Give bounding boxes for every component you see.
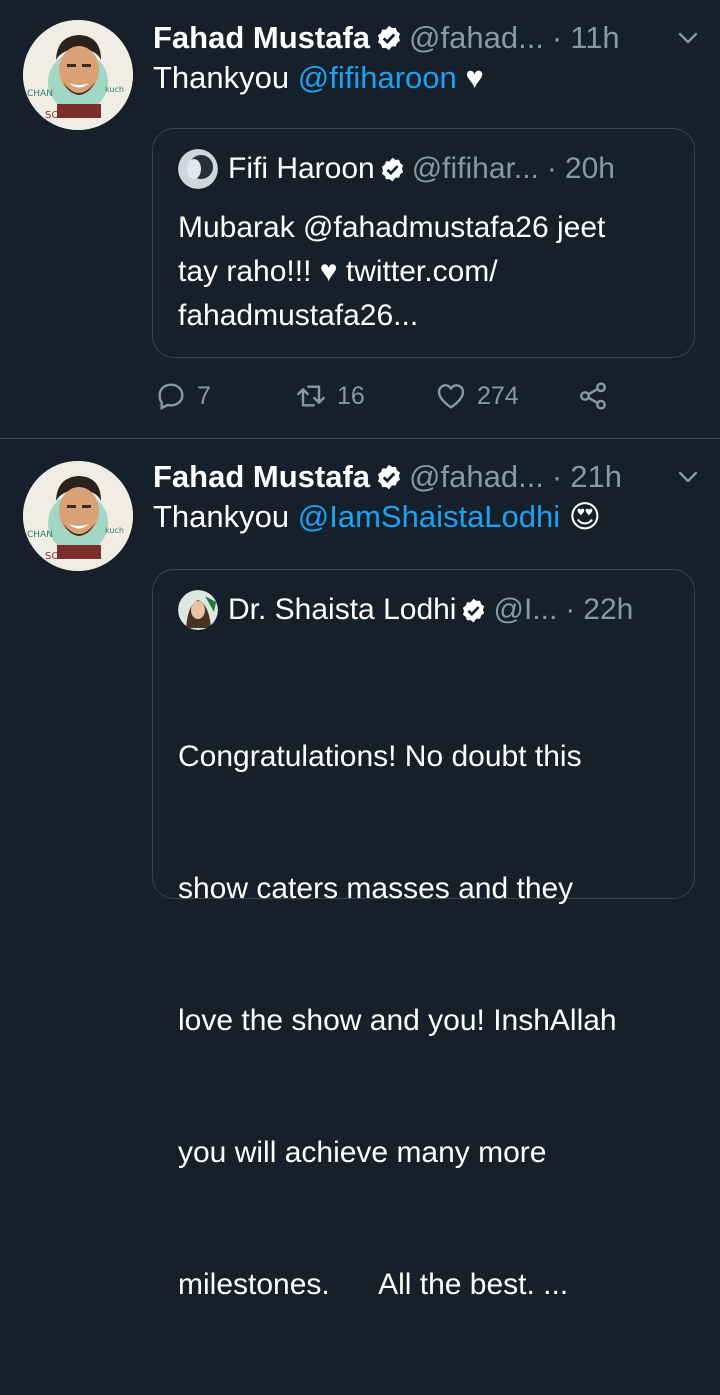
quoted-text-line: milestones. All the best. ... [178, 1268, 569, 1301]
quoted-author-avatar[interactable] [178, 590, 218, 630]
share-icon [580, 382, 606, 410]
tweet-text-prefix: Thankyou [153, 499, 298, 534]
retweet-icon [297, 385, 325, 407]
quoted-text-line: fahadmustafa26... [178, 299, 419, 332]
tweet-text-suffix: ♥ [456, 60, 484, 95]
separator-dot: · [551, 20, 563, 55]
author-avatar[interactable]: CHAN kuch SOCHLO! [23, 20, 133, 130]
reply-icon [158, 383, 184, 410]
tweet-text: Thankyou @IamShaistaLodhi 😍 [153, 499, 601, 535]
quoted-text-line: Mubarak @fahadmustafa26 jeet [178, 211, 606, 244]
separator-dot: · [565, 593, 576, 626]
verified-badge-icon [378, 25, 400, 51]
avatar-text-bottom: SOCHLO! [45, 110, 91, 121]
separator-dot: · [546, 152, 557, 185]
tweet-time[interactable]: 21h [570, 459, 622, 495]
quoted-author-name[interactable]: Fifi Haroon [228, 152, 375, 186]
avatar-text-bottom: SOCHLO! [45, 551, 91, 562]
chevron-down-icon[interactable] [676, 26, 700, 50]
author-name[interactable]: Fahad Mustafa [153, 459, 370, 495]
avatar-text-right: kuch [105, 526, 124, 535]
tweet-header: Fahad Mustafa @fahad... · 21h [153, 455, 700, 499]
avatar-text-left: CHAN [27, 89, 53, 99]
heart-icon [437, 384, 465, 409]
tweet-text: Thankyou @fifiharoon ♥ [153, 60, 484, 96]
quoted-text-line: show caters masses and they [178, 872, 574, 905]
quoted-tweet[interactable]: Dr. Shaista Lodhi @I... · 22h Congratula… [152, 569, 695, 1301]
author-avatar[interactable]: CHAN kuch SOCHLO! [23, 461, 133, 571]
quoted-author-handle[interactable]: @fifihar... [412, 152, 539, 186]
quoted-tweet-time[interactable]: 22h [583, 593, 633, 627]
quoted-text-line: tay raho!!! ♥ twitter.com/ [178, 255, 498, 288]
quoted-tweet-text: Congratulations! No doubt this show cate… [178, 647, 683, 1395]
tweet-1[interactable]: CHAN kuch SOCHLO! Fahad Mustafa @fahad..… [0, 0, 720, 439]
tweet-text-prefix: Thankyou [153, 60, 298, 95]
separator-dot: · [551, 459, 563, 494]
quoted-text-line: Congratulations! No doubt this [178, 740, 582, 773]
tweet-2[interactable]: CHAN kuch SOCHLO! Fahad Mustafa @fahad..… [0, 439, 720, 1301]
quoted-tweet-time[interactable]: 20h [565, 152, 615, 186]
like-button[interactable]: 274 [435, 380, 577, 412]
share-button[interactable] [577, 380, 609, 412]
verified-badge-icon [378, 464, 400, 490]
quoted-author-name[interactable]: Dr. Shaista Lodhi [228, 593, 456, 627]
quoted-text-line: you will achieve many more [178, 1136, 547, 1169]
quoted-tweet-header: Dr. Shaista Lodhi @I... · 22h [178, 590, 633, 630]
quoted-text-line: love the show and you! InshAllah [178, 1004, 617, 1037]
reply-button[interactable]: 7 [155, 380, 295, 412]
avatar-text-left: CHAN [27, 530, 53, 540]
verified-badge-icon [381, 157, 403, 181]
reply-count: 7 [197, 381, 211, 410]
quoted-tweet-text: Mubarak @fahadmustafa26 jeet tay raho!!!… [178, 206, 683, 338]
tweet-actions: 7 16 274 [155, 380, 609, 412]
quoted-author-handle[interactable]: @I... [493, 593, 557, 627]
chevron-down-icon[interactable] [676, 465, 700, 489]
avatar-text-right: kuch [105, 85, 124, 94]
author-handle[interactable]: @fahad... [409, 459, 544, 495]
tweet-header: Fahad Mustafa @fahad... · 11h [153, 16, 700, 60]
mention-link[interactable]: @IamShaistaLodhi [298, 499, 560, 534]
author-name[interactable]: Fahad Mustafa [153, 20, 370, 56]
quoted-tweet-header: Fifi Haroon @fifihar... · 20h [178, 149, 615, 189]
quoted-tweet[interactable]: Fifi Haroon @fifihar... · 20h Mubarak @f… [152, 128, 695, 358]
mention-link[interactable]: @fifiharoon [298, 60, 457, 95]
author-handle[interactable]: @fahad... [409, 20, 544, 56]
retweet-count: 16 [337, 381, 365, 410]
verified-badge-icon [463, 598, 485, 622]
tweet-time[interactable]: 11h [570, 20, 619, 56]
retweet-button[interactable]: 16 [295, 380, 435, 412]
like-count: 274 [477, 381, 519, 410]
heart-eyes-emoji: 😍 [568, 499, 602, 534]
quoted-author-avatar[interactable] [178, 149, 218, 189]
